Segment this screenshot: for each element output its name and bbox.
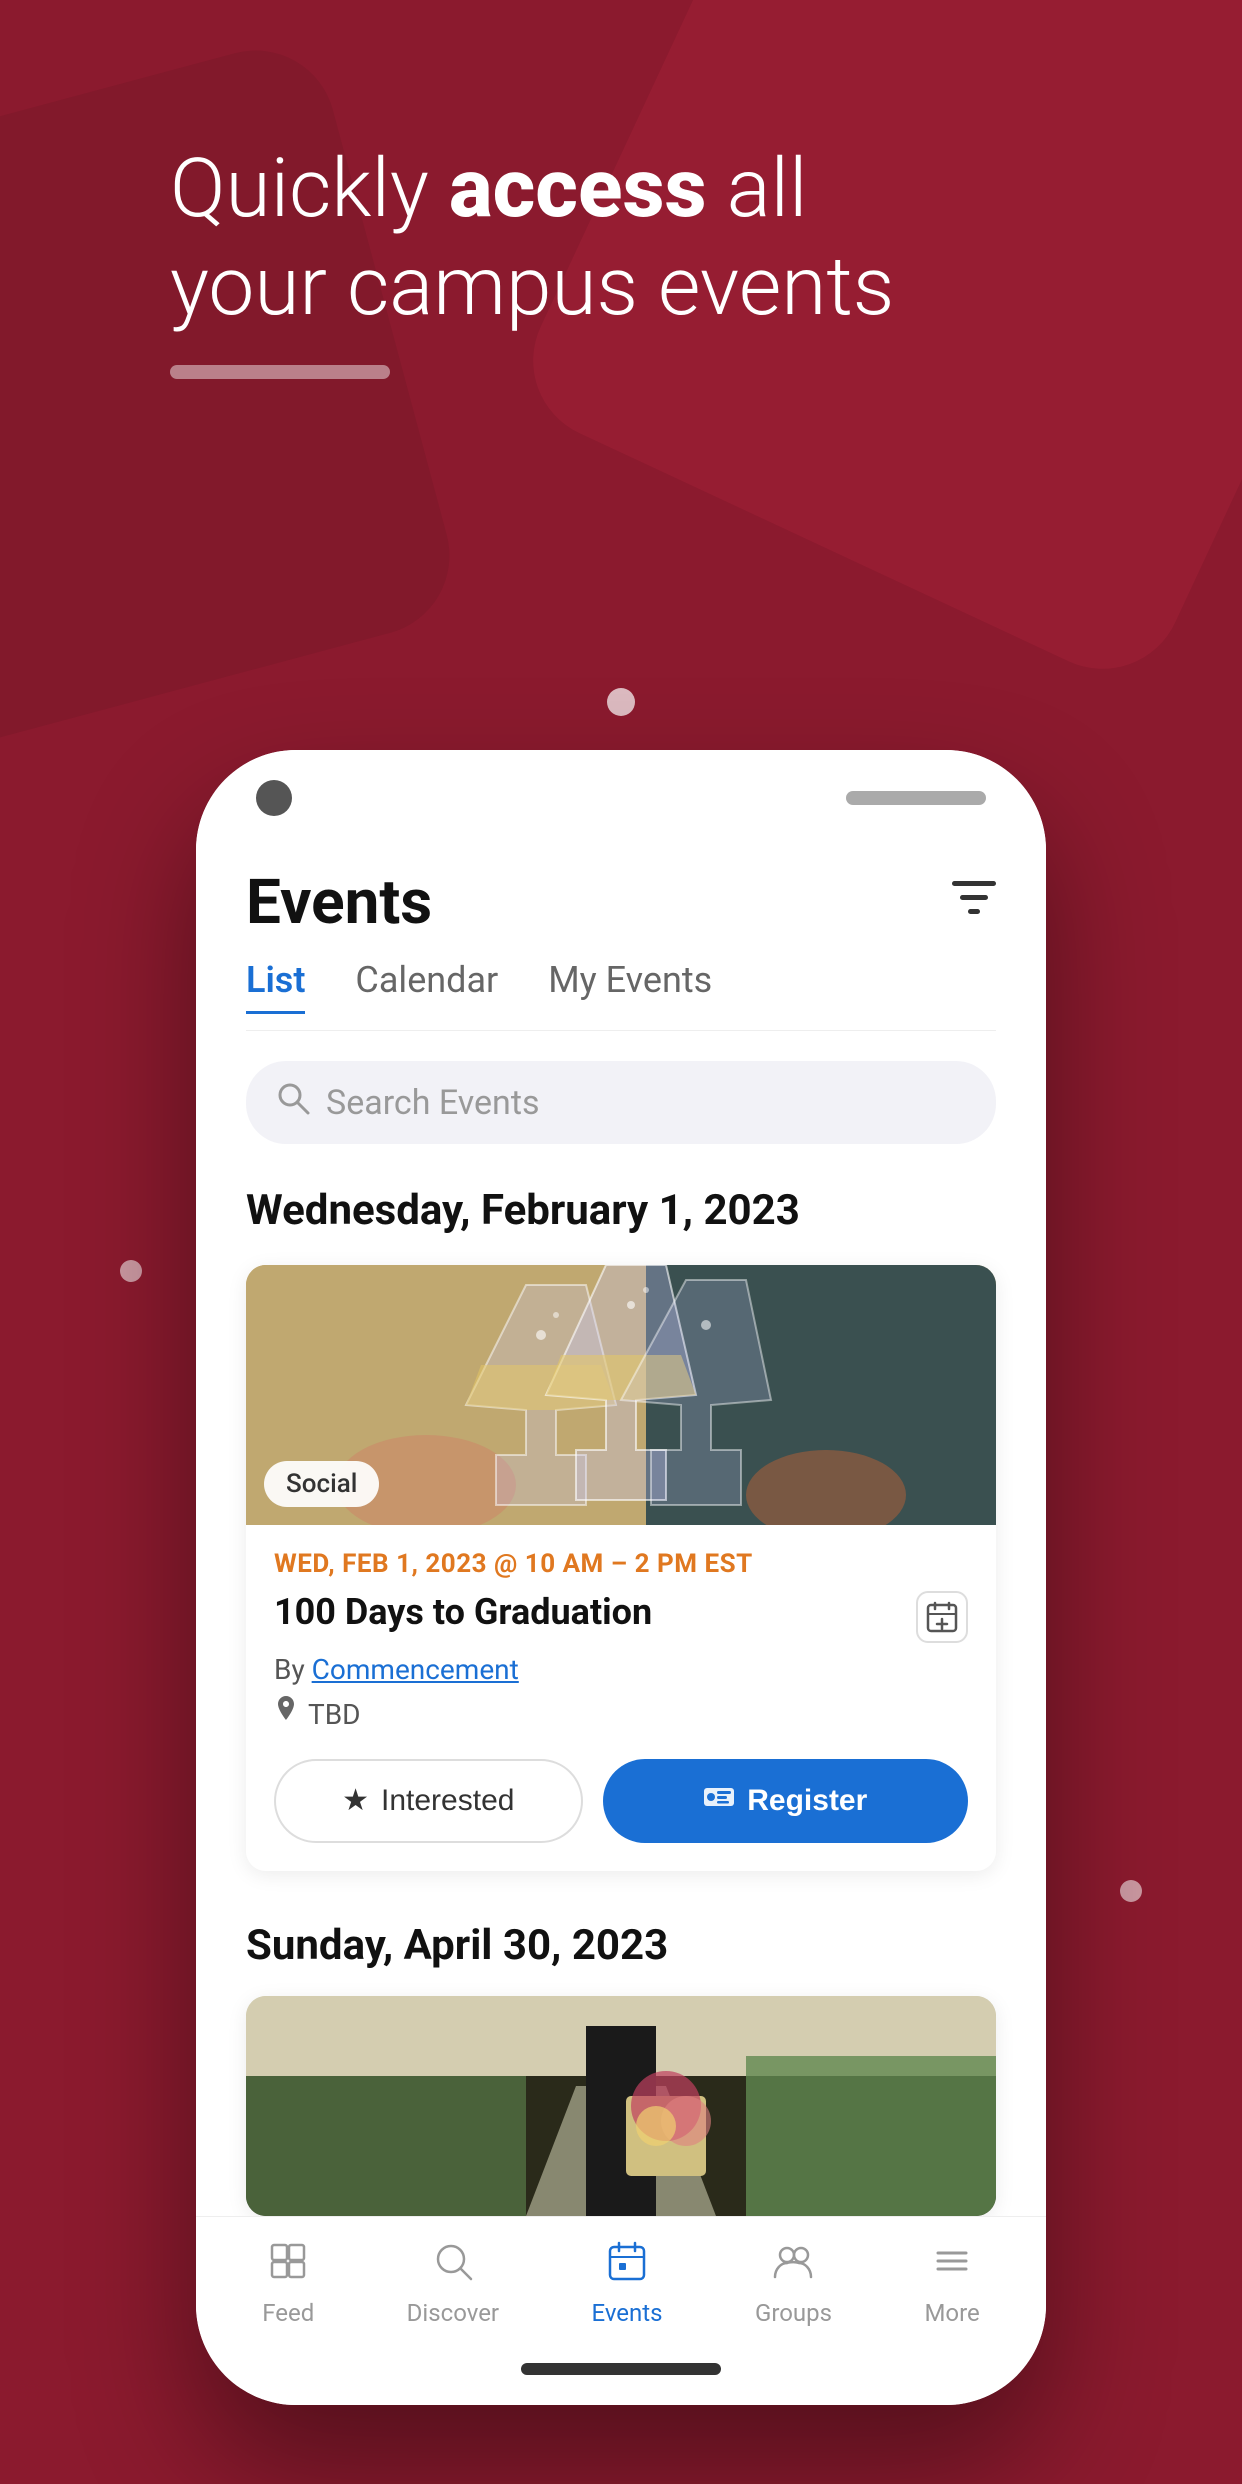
event-image-1: Social xyxy=(246,1265,996,1525)
date-header-1: Wednesday, February 1, 2023 xyxy=(246,1184,996,1239)
app-content: Events List Calendar My Events xyxy=(196,836,1046,2216)
more-icon xyxy=(932,2241,972,2291)
event-title-row-1: 100 Days to Graduation xyxy=(274,1591,968,1643)
nav-label-feed: Feed xyxy=(262,2299,314,2327)
bottom-navigation: Feed Discover Events xyxy=(196,2216,1046,2347)
hero-bold: access xyxy=(449,141,707,237)
interested-button[interactable]: ★ Interested xyxy=(274,1759,583,1843)
star-icon: ★ xyxy=(342,1783,369,1818)
phone-mockup: Events List Calendar My Events xyxy=(196,750,1046,2405)
ticket-icon xyxy=(703,1781,735,1821)
events-icon xyxy=(607,2241,647,2291)
register-button[interactable]: Register xyxy=(603,1759,968,1843)
app-header: Events xyxy=(246,836,996,959)
nav-item-more[interactable]: More xyxy=(924,2241,979,2327)
hero-section: Quickly access all your campus events xyxy=(170,140,894,379)
phone-top-bar xyxy=(196,750,1046,836)
nav-item-events[interactable]: Events xyxy=(592,2241,663,2327)
nav-item-feed[interactable]: Feed xyxy=(262,2241,314,2327)
event-image-2 xyxy=(246,1996,996,2216)
tab-list[interactable]: List xyxy=(246,959,305,1014)
event-card-2[interactable] xyxy=(246,1996,996,2216)
organizer-link[interactable]: Commencement xyxy=(312,1653,519,1686)
hero-text: Quickly access all your campus events xyxy=(170,140,894,337)
event-name-1: 100 Days to Graduation xyxy=(274,1591,916,1633)
search-bar[interactable]: Search Events xyxy=(246,1061,996,1144)
event-actions-1: ★ Interested xyxy=(274,1759,968,1843)
page-title: Events xyxy=(246,866,432,939)
tab-bar: List Calendar My Events xyxy=(246,959,996,1031)
dot-right xyxy=(1120,1880,1142,1902)
calendar-add-icon[interactable] xyxy=(916,1591,968,1643)
search-placeholder: Search Events xyxy=(326,1083,540,1123)
date-header-2: Sunday, April 30, 2023 xyxy=(246,1921,996,1970)
hero-line2: your campus events xyxy=(170,239,894,335)
location-text-1: TBD xyxy=(308,1698,361,1731)
dot-center xyxy=(607,688,635,716)
event-organizer-1: By Commencement xyxy=(274,1653,968,1686)
location-pin-icon xyxy=(274,1696,298,1733)
search-icon xyxy=(276,1081,310,1124)
tab-my-events[interactable]: My Events xyxy=(548,959,712,1014)
event-datetime-1: WED, FEB 1, 2023 @ 10 AM – 2 PM EST xyxy=(274,1549,968,1579)
dot-left xyxy=(120,1260,142,1282)
nav-label-groups: Groups xyxy=(755,2299,832,2327)
phone-camera xyxy=(256,780,292,816)
home-indicator xyxy=(521,2363,721,2375)
nav-label-events: Events xyxy=(592,2299,663,2327)
filter-icon[interactable] xyxy=(952,877,996,928)
nav-item-groups[interactable]: Groups xyxy=(755,2241,832,2327)
nav-item-discover[interactable]: Discover xyxy=(407,2241,499,2327)
nav-label-discover: Discover xyxy=(407,2299,499,2327)
event-details-1: WED, FEB 1, 2023 @ 10 AM – 2 PM EST 100 … xyxy=(246,1525,996,1871)
feed-icon xyxy=(268,2241,308,2291)
nav-label-more: More xyxy=(924,2299,979,2327)
social-badge: Social xyxy=(264,1461,379,1507)
phone-bottom-bar xyxy=(196,2347,1046,2405)
discover-icon xyxy=(433,2241,473,2291)
hero-line1-start: Quickly xyxy=(170,141,449,237)
tab-calendar[interactable]: Calendar xyxy=(355,959,498,1014)
event-card-1[interactable]: Social WED, FEB 1, 2023 @ 10 AM – 2 PM E… xyxy=(246,1265,996,1871)
hero-line1-end: all xyxy=(707,141,808,237)
hero-underline xyxy=(170,365,390,379)
event-location-1: TBD xyxy=(274,1696,968,1733)
groups-icon xyxy=(773,2241,813,2291)
phone-notch xyxy=(846,791,986,805)
